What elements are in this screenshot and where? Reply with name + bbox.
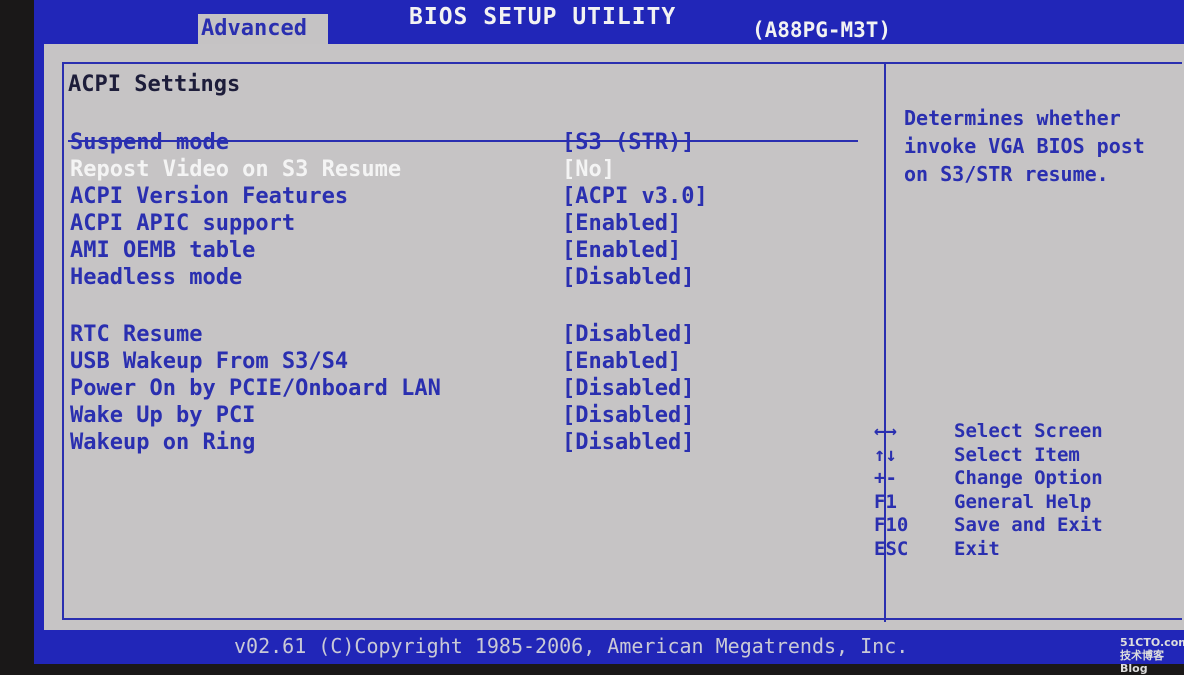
setting-value[interactable]: [Disabled] — [562, 265, 694, 290]
key-hint: ↑↓ Select Item — [874, 444, 1174, 466]
setting-row[interactable]: Repost Video on S3 Resume [No] — [70, 157, 850, 183]
settings-panel: ACPI Settings Suspend mode [S3 (STR)] Repo… — [44, 44, 1184, 630]
setting-row[interactable]: Headless mode [Disabled] — [70, 265, 850, 291]
setting-row[interactable]: Power On by PCIE/Onboard LAN [Disabled] — [70, 376, 850, 402]
setting-value[interactable]: [Disabled] — [562, 403, 694, 428]
setting-row[interactable]: Suspend mode [S3 (STR)] — [70, 130, 850, 156]
setting-row[interactable]: ACPI APIC support [Enabled] — [70, 211, 850, 237]
setting-value[interactable]: [Disabled] — [562, 322, 694, 347]
setting-label: Repost Video on S3 Resume — [70, 157, 402, 182]
key-hint: ←→ Select Screen — [874, 420, 1174, 442]
key-label: ←→ — [874, 420, 897, 442]
setting-value[interactable]: [Disabled] — [562, 376, 694, 401]
setting-value[interactable]: [S3 (STR)] — [562, 130, 694, 155]
key-hint: F10 Save and Exit — [874, 514, 1174, 536]
setting-label: Headless mode — [70, 265, 243, 290]
page-title: ACPI Settings — [68, 72, 241, 97]
watermark-site: 51CTO.com — [1120, 636, 1184, 649]
key-hint: ESC Exit — [874, 538, 1174, 560]
watermark-logo: 51CTO.com 技术博客 Blog — [1120, 636, 1184, 675]
tab-advanced[interactable]: Advanced — [198, 14, 328, 44]
key-label: +- — [874, 467, 897, 489]
key-label: F1 — [874, 490, 897, 513]
key-hint: F1 General Help — [874, 491, 1174, 513]
bios-screen: BIOS SETUP UTILITY (A88PG-M3T) Advanced … — [34, 0, 1184, 664]
setting-label: ACPI APIC support — [70, 211, 296, 236]
setting-label: Wake Up by PCI — [70, 403, 256, 428]
key-description: Select Item — [954, 443, 1080, 466]
setting-row[interactable]: Wakeup on Ring [Disabled] — [70, 430, 850, 456]
watermark-sub: 技术博客 Blog — [1120, 649, 1164, 675]
setting-row[interactable]: ACPI Version Features [ACPI v3.0] — [70, 184, 850, 210]
setting-value[interactable]: [Enabled] — [562, 349, 681, 374]
key-label: ↑↓ — [874, 443, 897, 466]
setting-value[interactable]: [No] — [562, 157, 615, 182]
setting-label: Wakeup on Ring — [70, 430, 256, 455]
setting-row[interactable]: Wake Up by PCI [Disabled] — [70, 403, 850, 429]
bios-title: BIOS SETUP UTILITY — [409, 4, 677, 30]
setting-label: ACPI Version Features — [70, 184, 349, 209]
setting-row[interactable]: AMI OEMB table [Enabled] — [70, 238, 850, 264]
setting-value[interactable]: [Disabled] — [562, 430, 694, 455]
copyright-footer: v02.61 (C)Copyright 1985-2006, American … — [234, 634, 909, 658]
setting-value[interactable]: [Enabled] — [562, 238, 681, 263]
setting-row[interactable]: RTC Resume [Disabled] — [70, 322, 850, 348]
key-label: ESC — [874, 537, 909, 560]
board-model: (A88PG-M3T) — [752, 18, 892, 42]
key-description: Change Option — [954, 467, 1103, 489]
setting-label: Suspend mode — [70, 130, 229, 155]
setting-label: AMI OEMB table — [70, 238, 256, 263]
help-text: Determines whether invoke VGA BIOS post … — [904, 106, 1145, 186]
key-description: Save and Exit — [954, 514, 1103, 536]
setting-row[interactable]: USB Wakeup From S3/S4 [Enabled] — [70, 349, 850, 375]
key-description: General Help — [954, 490, 1092, 513]
setting-value[interactable]: [ACPI v3.0] — [562, 184, 708, 209]
setting-value[interactable]: [Enabled] — [562, 211, 681, 236]
key-label: F10 — [874, 514, 909, 536]
setting-label: USB Wakeup From S3/S4 — [70, 349, 349, 374]
setting-label: RTC Resume — [70, 322, 203, 347]
key-description: Exit — [954, 537, 1000, 560]
key-description: Select Screen — [954, 420, 1103, 442]
setting-label: Power On by PCIE/Onboard LAN — [70, 376, 441, 401]
key-hint: +- Change Option — [874, 467, 1174, 489]
